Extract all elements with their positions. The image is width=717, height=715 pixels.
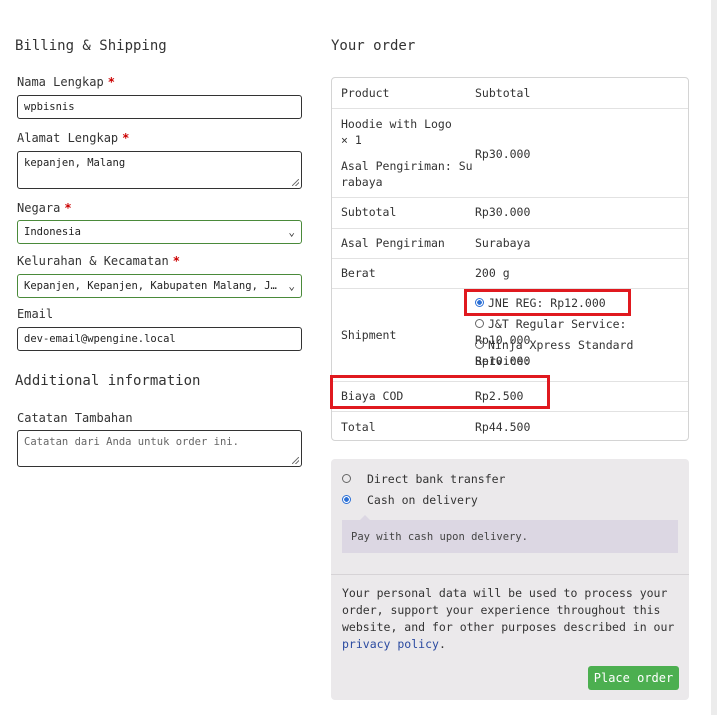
highlight-box-shipment xyxy=(464,289,631,316)
item-qty: × 1 xyxy=(341,133,362,147)
country-label: Negara * xyxy=(17,201,72,215)
item-name: Hoodie with Logo xyxy=(341,117,452,131)
privacy-notice: Your personal data will be used to proce… xyxy=(342,586,675,651)
privacy-policy-link[interactable]: privacy policy xyxy=(342,637,439,651)
payment-panel: Direct bank transfer Cash on delivery Pa… xyxy=(331,459,689,700)
shipment-option-ninja-price: Rp10.000 xyxy=(475,354,531,368)
notes-label: Catatan Tambahan xyxy=(17,411,133,425)
district-select[interactable]: Kepanjen, Kepanjen, Kabupaten Malang, Ja… xyxy=(17,274,302,298)
origin-value: Surabaya xyxy=(475,236,531,250)
cod-description: Pay with cash upon delivery. xyxy=(342,515,678,553)
total-label: Total xyxy=(341,420,376,434)
scrollbar[interactable] xyxy=(711,0,717,715)
table-row-total: Total Rp44.500 xyxy=(332,411,688,441)
radio-icon[interactable] xyxy=(475,319,484,328)
column-header-product: Product xyxy=(341,86,390,100)
resize-grip-icon[interactable] xyxy=(292,457,299,464)
column-header-subtotal: Subtotal xyxy=(475,86,531,100)
subtotal-value: Rp30.000 xyxy=(475,205,531,219)
item-origin-line1: Asal Pengiriman: Su xyxy=(341,159,473,173)
total-value: Rp44.500 xyxy=(475,420,531,434)
additional-heading: Additional information xyxy=(15,373,201,389)
table-header-row: Product Subtotal xyxy=(332,78,688,108)
address-label: Alamat Lengkap * xyxy=(17,131,130,145)
radio-selected-icon[interactable] xyxy=(342,495,351,504)
table-row-weight: Berat 200 g xyxy=(332,258,688,288)
name-label: Nama Lengkap * xyxy=(17,75,115,89)
radio-icon[interactable] xyxy=(475,340,484,349)
order-heading: Your order xyxy=(331,38,416,54)
table-row-subtotal: Subtotal Rp30.000 xyxy=(332,197,688,228)
shipment-label: Shipment xyxy=(341,328,397,342)
radio-icon[interactable] xyxy=(342,474,351,483)
place-order-button[interactable]: Place order xyxy=(588,666,679,690)
chevron-down-icon: ⌄ xyxy=(288,225,295,239)
name-field[interactable]: wpbisnis xyxy=(17,95,302,119)
item-price: Rp30.000 xyxy=(475,147,531,161)
payment-method-cod[interactable]: Cash on delivery xyxy=(342,492,478,508)
chevron-down-icon: ⌄ xyxy=(288,279,295,293)
email-field[interactable]: dev-email@wpengine.local xyxy=(17,327,302,351)
weight-label: Berat xyxy=(341,266,376,280)
resize-grip-icon[interactable] xyxy=(292,179,299,186)
address-field[interactable]: kepanjen, Malang xyxy=(17,151,302,189)
subtotal-label: Subtotal xyxy=(341,205,397,219)
payment-method-bank[interactable]: Direct bank transfer xyxy=(342,471,505,487)
notes-field[interactable]: Catatan dari Anda untuk order ini. xyxy=(17,430,302,467)
billing-heading: Billing & Shipping xyxy=(15,38,167,54)
origin-label: Asal Pengiriman xyxy=(341,236,445,250)
weight-value: 200 g xyxy=(475,266,510,280)
district-label: Kelurahan & Kecamatan * xyxy=(17,254,180,268)
country-select[interactable]: Indonesia ⌄ xyxy=(17,220,302,244)
email-label: Email xyxy=(17,307,54,321)
table-row-origin: Asal Pengiriman Surabaya xyxy=(332,228,688,258)
item-origin-line2: rabaya xyxy=(341,175,383,189)
highlight-box-cod xyxy=(330,375,550,409)
table-row-item: Hoodie with Logo × 1 Asal Pengiriman: Su… xyxy=(332,108,688,197)
